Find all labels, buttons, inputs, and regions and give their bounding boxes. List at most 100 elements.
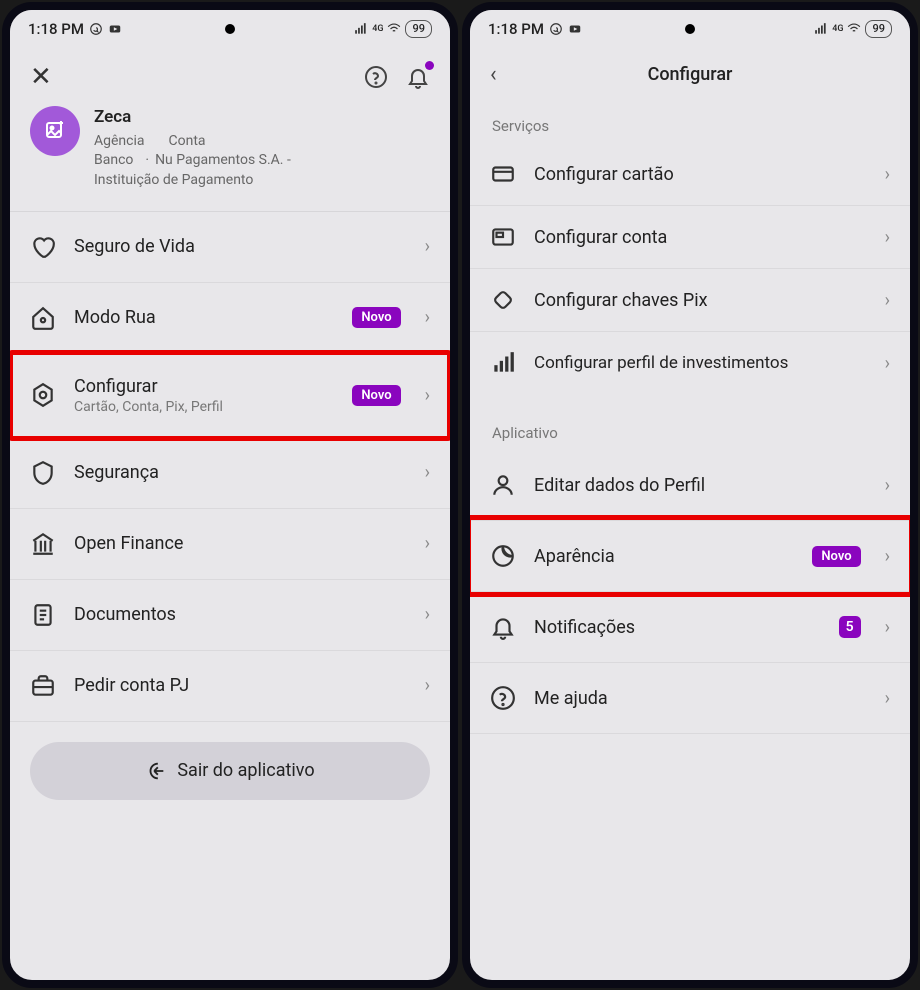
- profile-section[interactable]: Zeca Agência Conta Banco · Nu Pagamentos…: [10, 100, 450, 212]
- chart-icon: [490, 350, 516, 376]
- chevron-right-icon: ›: [425, 533, 430, 554]
- status-bar: 1:18 PM 4G 99: [470, 10, 910, 48]
- signal-icon: [354, 22, 368, 36]
- phone-left: 1:18 PM 4G 99 ✕ Zeca: [2, 2, 458, 988]
- menu-label: Configurar conta: [534, 227, 867, 248]
- close-icon[interactable]: ✕: [30, 62, 52, 92]
- chevron-right-icon: ›: [425, 462, 430, 483]
- briefcase-icon: [30, 673, 56, 699]
- menu-label: Seguro de Vida: [74, 236, 407, 257]
- youtube-icon: [568, 22, 582, 36]
- screen-header: ‹ Configurar: [470, 48, 910, 105]
- menu-sublabel: Cartão, Conta, Pix, Perfil: [74, 399, 334, 415]
- bank-institution: Instituição de Pagamento: [94, 171, 291, 191]
- menu-pedir-conta-pj[interactable]: Pedir conta PJ ›: [10, 651, 450, 722]
- menu-seguro-vida[interactable]: Seguro de Vida ›: [10, 212, 450, 283]
- bank-label: Banco: [94, 151, 133, 171]
- bell-icon: [490, 614, 516, 640]
- avatar: [30, 106, 80, 156]
- bank-icon: [30, 531, 56, 557]
- item-editar-perfil[interactable]: Editar dados do Perfil ›: [470, 450, 910, 521]
- settings-list: Configurar cartão › Configurar conta › C…: [470, 143, 910, 394]
- novo-badge: Novo: [352, 385, 400, 406]
- menu-configurar[interactable]: Configurar Cartão, Conta, Pix, Perfil No…: [10, 354, 450, 438]
- chevron-right-icon: ›: [885, 617, 890, 638]
- wifi-icon: [387, 22, 401, 36]
- status-bar: 1:18 PM 4G 99: [10, 10, 450, 48]
- item-configurar-pix[interactable]: Configurar chaves Pix ›: [470, 269, 910, 332]
- menu-label: Modo Rua: [74, 307, 334, 328]
- help-icon[interactable]: [364, 65, 388, 89]
- novo-badge: Novo: [352, 307, 400, 328]
- menu-label: Documentos: [74, 604, 407, 625]
- whatsapp-icon: [549, 22, 563, 36]
- agency-label: Agência: [94, 132, 145, 152]
- item-aparencia[interactable]: Aparência Novo ›: [470, 521, 910, 592]
- menu-seguranca[interactable]: Segurança ›: [10, 438, 450, 509]
- item-configurar-investimentos[interactable]: Configurar perfil de investimentos ›: [470, 332, 910, 394]
- item-me-ajuda[interactable]: Me ajuda ›: [470, 663, 910, 734]
- menu-label: Configurar perfil de investimentos: [534, 353, 867, 373]
- item-notificacoes[interactable]: Notificações 5 ›: [470, 592, 910, 663]
- page-title: Configurar: [520, 64, 860, 85]
- app-settings-list: Editar dados do Perfil › Aparência Novo …: [470, 450, 910, 980]
- section-app: Aplicativo: [470, 412, 910, 450]
- bell-icon[interactable]: [406, 65, 430, 89]
- back-icon[interactable]: ‹: [490, 62, 520, 87]
- menu-label: Pedir conta PJ: [74, 675, 407, 696]
- menu-label: Segurança: [74, 462, 407, 483]
- menu-documentos[interactable]: Documentos ›: [10, 580, 450, 651]
- chevron-right-icon: ›: [425, 604, 430, 625]
- chevron-right-icon: ›: [425, 675, 430, 696]
- whatsapp-icon: [89, 22, 103, 36]
- gear-icon: [30, 382, 56, 408]
- menu-open-finance[interactable]: Open Finance ›: [10, 509, 450, 580]
- item-configurar-conta[interactable]: Configurar conta ›: [470, 206, 910, 269]
- menu-label: Notificações: [534, 617, 821, 638]
- menu-modo-rua[interactable]: Modo Rua Novo ›: [10, 283, 450, 354]
- logout-label: Sair do aplicativo: [177, 760, 314, 781]
- menu-label: Open Finance: [74, 533, 407, 554]
- youtube-icon: [108, 22, 122, 36]
- chevron-right-icon: ›: [425, 236, 430, 257]
- menu-label: Me ajuda: [534, 688, 867, 709]
- pix-icon: [490, 287, 516, 313]
- screen-header: ✕: [10, 48, 450, 100]
- document-icon: [30, 602, 56, 628]
- bank-name: Nu Pagamentos S.A. -: [155, 151, 291, 171]
- chevron-right-icon: ›: [885, 227, 890, 248]
- count-badge: 5: [839, 616, 861, 638]
- network-label: 4G: [372, 24, 383, 34]
- account-icon: [490, 224, 516, 250]
- chevron-right-icon: ›: [885, 353, 890, 374]
- battery-level: 99: [865, 20, 892, 38]
- status-time: 1:18 PM: [28, 20, 84, 38]
- status-time: 1:18 PM: [488, 20, 544, 38]
- account-label: Conta: [169, 132, 206, 152]
- card-icon: [490, 161, 516, 187]
- person-icon: [490, 472, 516, 498]
- chevron-right-icon: ›: [885, 290, 890, 311]
- signal-icon: [814, 22, 828, 36]
- chevron-right-icon: ›: [425, 307, 430, 328]
- shield-icon: [30, 460, 56, 486]
- battery-level: 99: [405, 20, 432, 38]
- menu-list: Seguro de Vida › Modo Rua Novo › Configu…: [10, 212, 450, 980]
- logout-button[interactable]: Sair do aplicativo: [30, 742, 430, 800]
- network-label: 4G: [832, 24, 843, 34]
- chevron-right-icon: ›: [425, 385, 430, 406]
- profile-name: Zeca: [94, 106, 291, 130]
- menu-label: Configurar chaves Pix: [534, 290, 867, 311]
- chevron-right-icon: ›: [885, 475, 890, 496]
- heart-icon: [30, 234, 56, 260]
- chevron-right-icon: ›: [885, 546, 890, 567]
- help-icon: [490, 685, 516, 711]
- chevron-right-icon: ›: [885, 688, 890, 709]
- menu-label: Configurar cartão: [534, 164, 867, 185]
- menu-label: Configurar: [74, 376, 334, 397]
- item-configurar-cartao[interactable]: Configurar cartão ›: [470, 143, 910, 206]
- novo-badge: Novo: [812, 546, 860, 567]
- wifi-icon: [847, 22, 861, 36]
- logout-icon: [145, 760, 167, 782]
- phone-right: 1:18 PM 4G 99 ‹ Configurar Serviços Conf…: [462, 2, 918, 988]
